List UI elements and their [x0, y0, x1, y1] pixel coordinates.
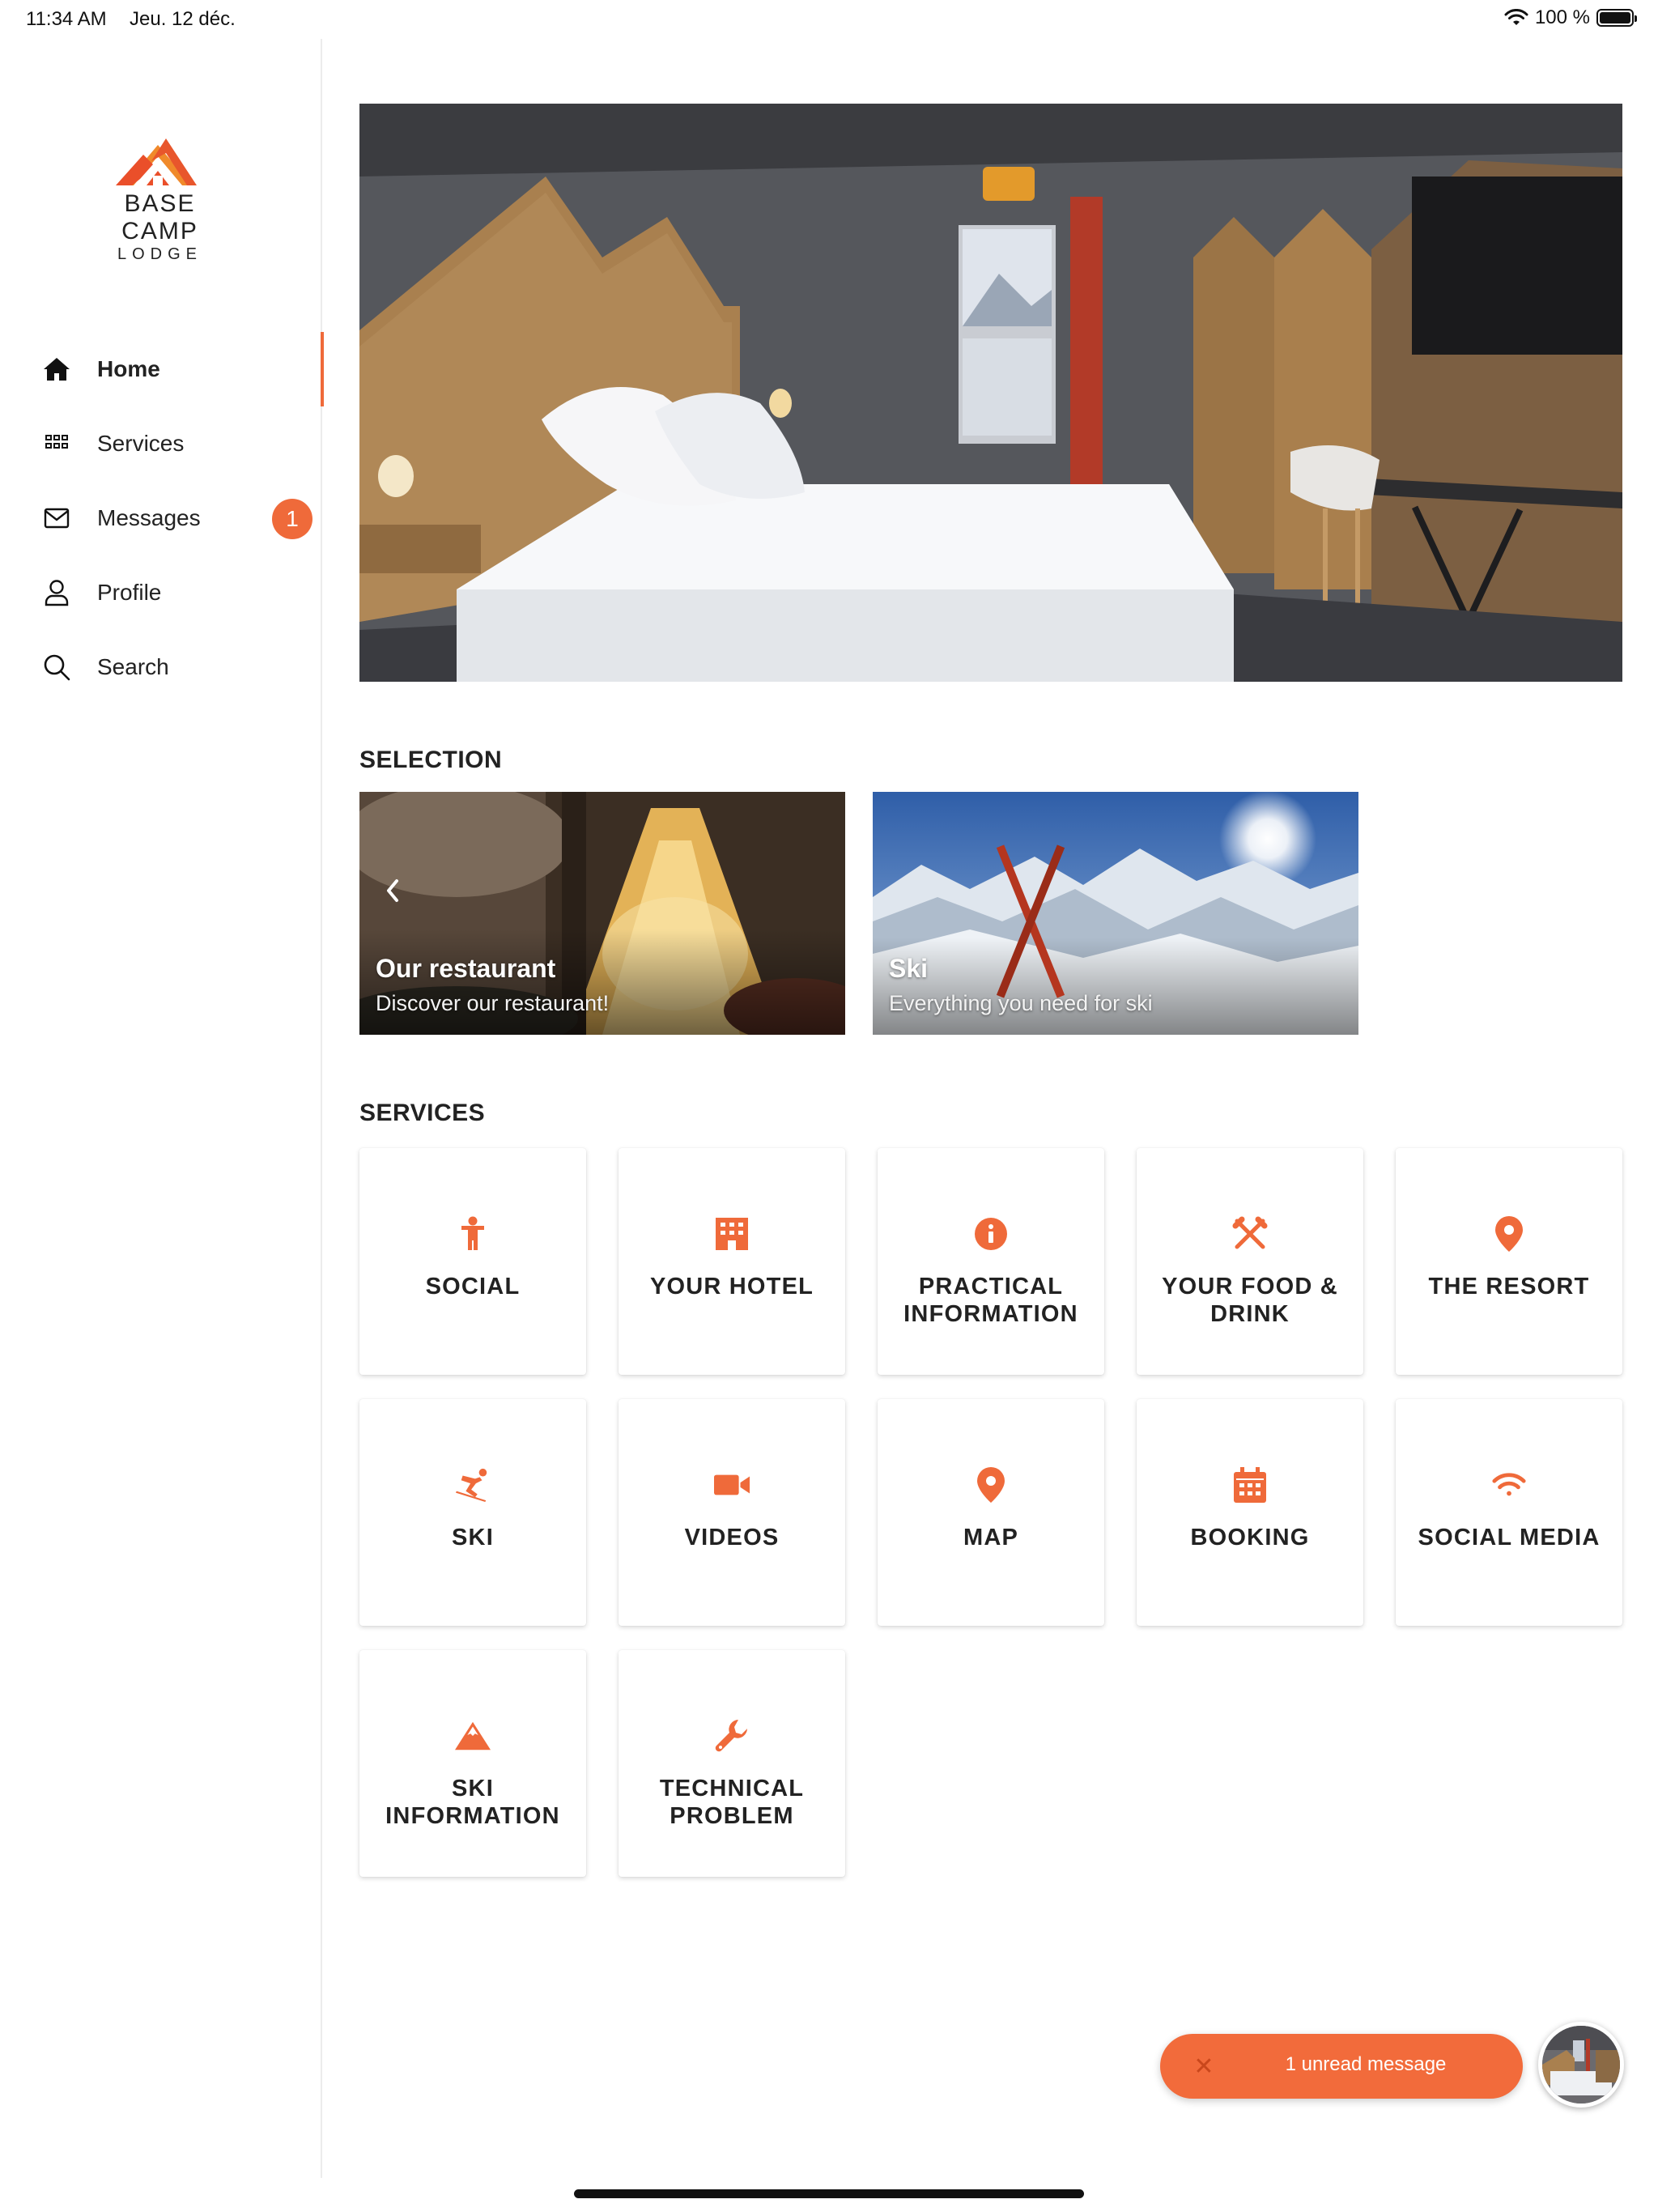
sidebar: BASE CAMP LODGE Home Services Messages 1…: [0, 39, 324, 2178]
close-icon[interactable]: ✕: [1189, 2052, 1218, 2081]
mountain-icon: [455, 1718, 491, 1754]
battery-icon: [1596, 9, 1637, 27]
chat-avatar[interactable]: [1538, 2022, 1624, 2108]
sidebar-item-profile[interactable]: Profile: [0, 555, 322, 630]
service-tile-technical-problem[interactable]: TECHNICAL PROBLEM: [619, 1650, 845, 1877]
skier-icon: [455, 1467, 491, 1503]
building-icon: [714, 1216, 750, 1252]
grid-icon: [40, 428, 73, 460]
sidebar-item-search[interactable]: Search: [0, 630, 322, 704]
envelope-icon: [40, 502, 73, 534]
tile-label: TECHNICAL PROBLEM: [659, 1776, 805, 1829]
hero-image: [359, 104, 1622, 682]
sidebar-item-label: Home: [97, 356, 160, 381]
wifi-status-icon: [1504, 9, 1528, 25]
tile-label: MAP: [963, 1525, 1019, 1551]
unread-message-toast[interactable]: ✕ 1 unread message: [1160, 2034, 1523, 2099]
service-tile-videos[interactable]: VIDEOS: [619, 1399, 845, 1626]
service-tile-social-media[interactable]: SOCIAL MEDIA: [1396, 1399, 1622, 1626]
sidebar-item-label: Profile: [97, 580, 162, 605]
calendar-icon: [1232, 1467, 1268, 1503]
service-tile-social[interactable]: SOCIAL: [359, 1148, 586, 1375]
brand-sub: LODGE: [117, 245, 203, 263]
tile-label: YOUR FOOD & DRINK: [1162, 1274, 1338, 1327]
tile-label: THE RESORT: [1428, 1274, 1590, 1300]
unread-badge: 1: [272, 499, 312, 539]
tile-label: SKI INFORMATION: [385, 1776, 560, 1829]
selection-card-ski[interactable]: Ski Everything you need for ski: [873, 792, 1358, 1035]
tile-label: YOUR HOTEL: [649, 1274, 814, 1300]
tile-label: SOCIAL: [425, 1274, 521, 1300]
sidebar-item-label: Search: [97, 654, 169, 679]
service-tile-the-resort[interactable]: THE RESORT: [1396, 1148, 1622, 1375]
video-camera-icon: [714, 1467, 750, 1503]
tile-label: SOCIAL MEDIA: [1418, 1525, 1601, 1551]
service-tile-food-drink[interactable]: YOUR FOOD & DRINK: [1137, 1148, 1363, 1375]
search-icon: [40, 651, 73, 683]
status-bar: 11:34 AM Jeu. 12 déc. 100 %: [0, 0, 1658, 39]
sidebar-item-messages[interactable]: Messages 1: [0, 481, 322, 555]
user-icon: [40, 576, 73, 609]
services-title: SERVICES: [359, 1100, 486, 1126]
status-date: Jeu. 12 déc.: [130, 8, 236, 30]
map-pin-icon: [1491, 1216, 1527, 1252]
sidebar-item-label: Messages: [97, 505, 201, 530]
card-subtitle: Discover our restaurant!: [376, 991, 610, 1015]
service-tile-your-hotel[interactable]: YOUR HOTEL: [619, 1148, 845, 1375]
service-tile-practical-information[interactable]: PRACTICAL INFORMATION: [878, 1148, 1104, 1375]
service-tile-booking[interactable]: BOOKING: [1137, 1399, 1363, 1626]
selection-card-restaurant[interactable]: Our restaurant Discover our restaurant!: [359, 792, 845, 1035]
map-pin-icon: [973, 1467, 1009, 1503]
home-icon: [40, 353, 73, 385]
tile-label: PRACTICAL INFORMATION: [903, 1274, 1078, 1327]
home-indicator[interactable]: [574, 2189, 1084, 2198]
service-tile-ski-information[interactable]: SKI INFORMATION: [359, 1650, 586, 1877]
chevron-left-icon[interactable]: [380, 874, 405, 907]
brand-name: BASE CAMP: [121, 190, 198, 245]
sidebar-nav: Home Services Messages 1 Profile Search: [0, 332, 324, 704]
service-tile-map[interactable]: MAP: [878, 1399, 1104, 1626]
sidebar-item-home[interactable]: Home: [0, 332, 324, 406]
service-tile-ski[interactable]: SKI: [359, 1399, 586, 1626]
toast-text: 1 unread message: [1285, 2053, 1447, 2075]
tile-label: BOOKING: [1190, 1525, 1310, 1551]
card-title: Ski: [889, 954, 929, 983]
sidebar-item-services[interactable]: Services: [0, 406, 322, 481]
card-title: Our restaurant: [376, 954, 556, 983]
card-subtitle: Everything you need for ski: [889, 991, 1153, 1015]
logo-mountain-icon: [115, 138, 197, 185]
wifi-icon: [1491, 1467, 1527, 1503]
wrench-icon: [714, 1718, 750, 1754]
brand-logo: BASE CAMP LODGE: [85, 132, 235, 264]
tile-label: VIDEOS: [684, 1525, 780, 1551]
selection-title: SELECTION: [359, 747, 503, 773]
info-icon: [973, 1216, 1009, 1252]
battery-percent: 100 %: [1534, 6, 1590, 28]
status-time: 11:34 AM: [26, 8, 107, 30]
person-icon: [455, 1216, 491, 1252]
sidebar-item-label: Services: [97, 431, 185, 456]
utensils-icon: [1232, 1216, 1268, 1252]
tile-label: SKI: [452, 1525, 494, 1551]
